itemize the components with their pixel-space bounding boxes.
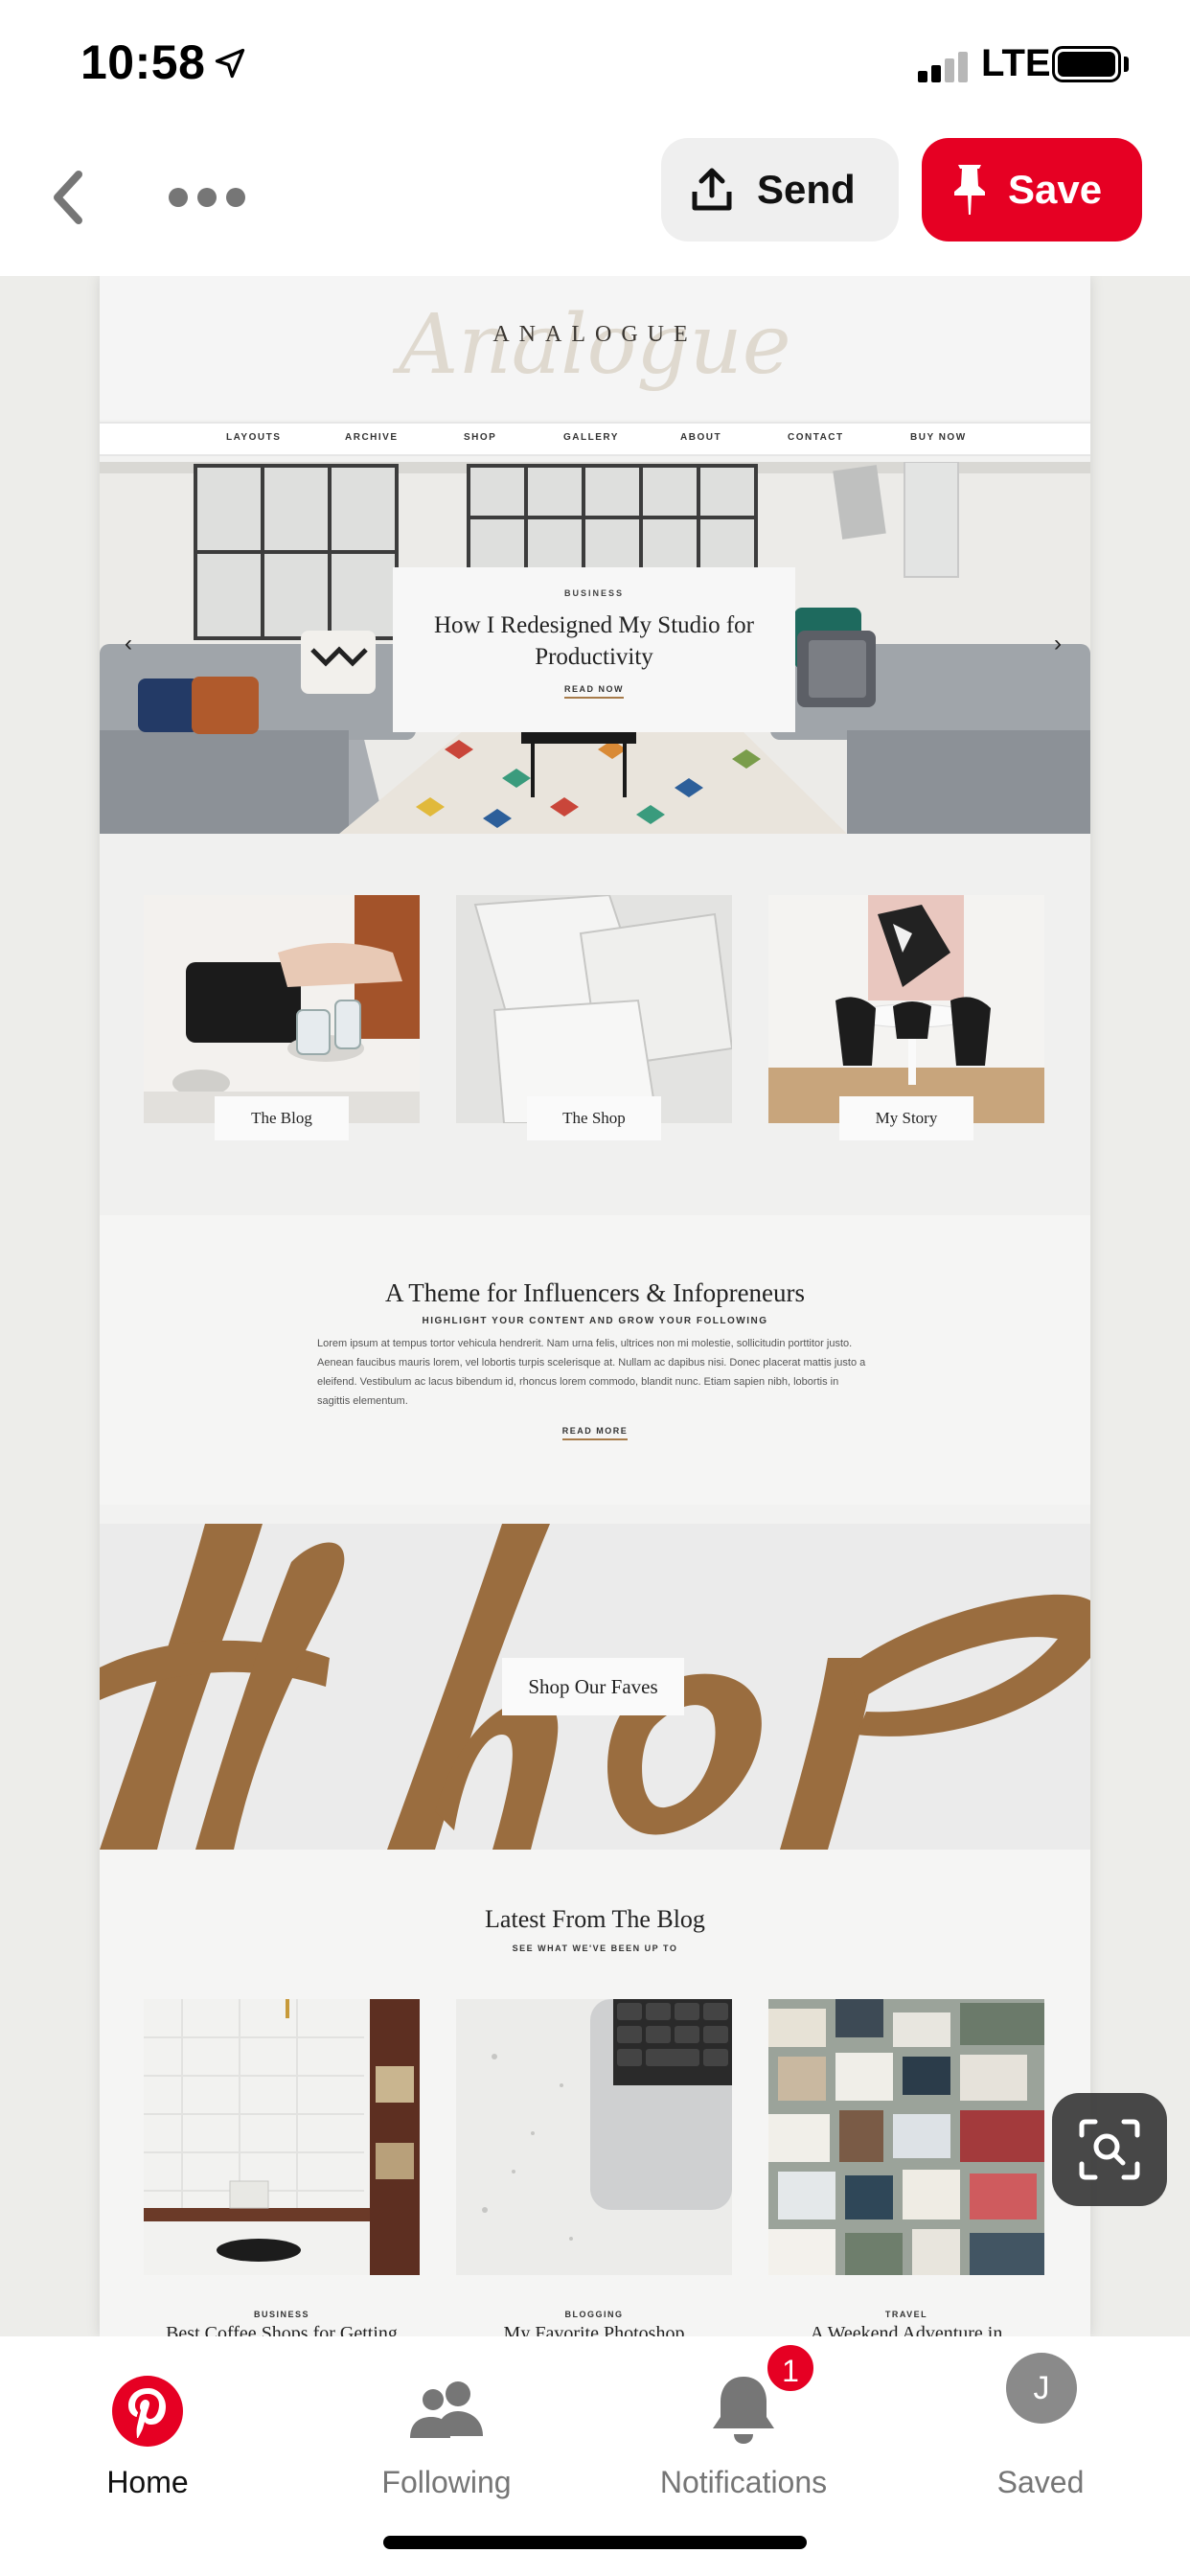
mock-nav-item: ARCHIVE: [345, 432, 399, 443]
tab-label: Saved: [996, 2465, 1085, 2499]
theme-body: Lorem ipsum at tempus tortor vehicula he…: [317, 1338, 866, 1407]
network-type: LTE: [981, 42, 1051, 84]
blog-post-photo: [768, 1999, 1044, 2275]
status-time: 10:58: [80, 35, 206, 89]
blog-post-title: My Favorite Photoshop: [503, 2323, 685, 2336]
battery-icon: [1052, 46, 1121, 82]
theme-cta: READ MORE: [561, 1426, 629, 1440]
visual-search-button[interactable]: [1052, 2093, 1167, 2206]
blog-post-category: TRAVEL: [884, 2310, 928, 2319]
chevron-left-icon: [54, 171, 82, 224]
website-mockup: Analogue ANALOGUE LAYOUTS ARCHIVE SHOP G…: [100, 276, 1090, 2336]
blog-post-photo: [144, 1999, 420, 2275]
tab-notifications[interactable]: Notifications: [629, 2356, 858, 2518]
status-bar: 10:58 LTE: [0, 0, 1190, 134]
theme-title: A Theme for Influencers & Infopreneurs: [384, 1278, 806, 1307]
blog-title: Latest From The Blog: [485, 1905, 705, 1933]
pinterest-logo-icon: [112, 2376, 183, 2447]
tile-photo-story: [768, 895, 1044, 1123]
tab-home[interactable]: Home: [33, 2356, 263, 2518]
pin-detail-screen: 10:58 LTE Send Save Analogue ANALOGUE LA…: [0, 0, 1190, 2576]
tile-label: My Story: [839, 1096, 973, 1140]
hero-card: BUSINESS How I Redesigned My Studio for …: [393, 567, 795, 732]
save-button[interactable]: Save: [922, 138, 1142, 242]
home-indicator: [383, 2536, 807, 2549]
mock-nav-item: SHOP: [464, 432, 497, 443]
save-label: Save: [1008, 167, 1103, 212]
mock-blog-section: Latest From The Blog SEE WHAT WE'VE BEEN…: [100, 1850, 1090, 2336]
tab-label: Home: [106, 2465, 189, 2499]
send-button[interactable]: Send: [661, 138, 899, 242]
hero-cta: READ NOW: [564, 684, 624, 699]
more-horizontal-icon: [169, 188, 188, 207]
tile-photo-shop: [456, 895, 732, 1123]
hero-prev-arrow: ‹: [125, 631, 132, 656]
hero-title: How I Redesigned My Studio for Productiv…: [434, 612, 754, 670]
people-icon: [410, 2381, 483, 2438]
hero-category: BUSINESS: [563, 588, 624, 598]
pin-action-bar: Send Save: [0, 134, 1190, 278]
hero-next-arrow: ›: [1054, 631, 1062, 656]
tile-label: The Blog: [215, 1096, 349, 1140]
bell-icon: [713, 2377, 774, 2444]
pin-image[interactable]: Analogue ANALOGUE LAYOUTS ARCHIVE SHOP G…: [0, 276, 1190, 2336]
location-arrow-icon: [215, 48, 245, 79]
blog-post-category: BLOGGING: [564, 2310, 624, 2319]
shop-button: Shop Our Faves: [502, 1658, 684, 1715]
blog-subtitle: SEE WHAT WE'VE BEEN UP TO: [512, 1944, 678, 1953]
tab-label: Following: [381, 2465, 512, 2499]
mock-nav-item: ABOUT: [680, 432, 722, 443]
visual-search-icon: [1079, 2119, 1140, 2180]
mock-brand-logo: ANALOGUE: [492, 322, 698, 347]
mock-feature-tiles: The Blog The Shop My Story: [100, 834, 1090, 1215]
tile-photo-blog: [144, 895, 420, 1123]
mock-header: Analogue ANALOGUE: [100, 276, 1090, 420]
pushpin-icon: [954, 165, 985, 215]
tab-label: Notifications: [659, 2465, 828, 2499]
mock-nav: LAYOUTS ARCHIVE SHOP GALLERY ABOUT CONTA…: [100, 422, 1090, 456]
more-options-button[interactable]: [169, 178, 245, 217]
blog-post-photo: [456, 1999, 732, 2275]
mock-shop-section: Shop Our Faves: [100, 1524, 1090, 1850]
back-button[interactable]: [40, 159, 98, 236]
notification-badge: 1: [765, 2342, 816, 2394]
mock-theme-section: A Theme for Influencers & Infopreneurs H…: [100, 1215, 1090, 1505]
blog-post-category: BUSINESS: [253, 2310, 309, 2319]
blog-post-title: Best Coffee Shops for Getting: [166, 2323, 398, 2336]
theme-subtitle: HIGHLIGHT YOUR CONTENT AND GROW YOUR FOL…: [422, 1316, 768, 1326]
share-upload-icon: [692, 168, 732, 211]
tile-label: The Shop: [527, 1096, 661, 1140]
send-label: Send: [757, 167, 856, 212]
signal-icon: [918, 50, 972, 82]
blog-post-title: A Weekend Adventure in: [810, 2323, 1003, 2336]
avatar[interactable]: J: [1006, 2353, 1077, 2424]
tab-following[interactable]: Following: [332, 2356, 561, 2518]
mock-nav-item: CONTACT: [788, 432, 844, 443]
mock-nav-item: BUY NOW: [910, 432, 967, 443]
mock-nav-item: GALLERY: [563, 432, 619, 443]
mock-nav-item: LAYOUTS: [226, 432, 282, 443]
mock-hero: BUSINESS How I Redesigned My Studio for …: [100, 462, 1090, 834]
